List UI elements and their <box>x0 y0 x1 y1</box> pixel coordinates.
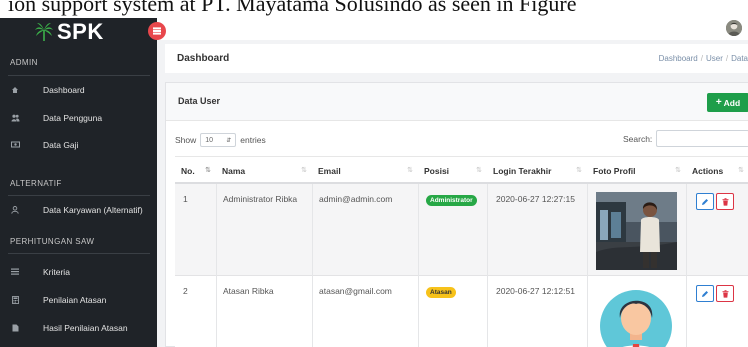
sidebar-section-alternatif: ALTERNATIF <box>10 179 62 188</box>
delete-button[interactable] <box>716 285 734 302</box>
search-label: Search: <box>623 134 653 144</box>
card-title: Data User <box>178 96 221 106</box>
user-icon <box>11 206 19 214</box>
sort-icon: ⇅ <box>738 167 744 174</box>
trash-icon <box>722 289 728 298</box>
breadcrumb: Dashboard / User / Data <box>658 54 748 63</box>
sidebar-item-label: Data Pengguna <box>43 113 103 123</box>
column-divider <box>587 184 588 347</box>
user-avatar[interactable] <box>726 20 742 36</box>
page-header: Dashboard Dashboard / User / Data <box>165 44 748 73</box>
menu-toggle-button[interactable] <box>148 22 166 40</box>
sidebar-item-label: Dashboard <box>43 85 85 95</box>
brand-name: SPK <box>57 19 104 44</box>
sidebar-divider <box>8 195 150 196</box>
money-icon <box>11 141 20 149</box>
sidebar-item-label: Hasil Penilaian Atasan <box>43 323 128 333</box>
breadcrumb-user[interactable]: User <box>706 54 723 63</box>
sidebar-item-label: Kriteria <box>43 267 70 277</box>
show-label: Show <box>175 135 197 145</box>
dashboard-icon <box>11 86 19 94</box>
sidebar-item-penilaian-atasan[interactable]: Penilaian Atasan <box>0 290 157 310</box>
sidebar-item-data-pengguna[interactable]: Data Pengguna <box>0 108 157 128</box>
trash-icon <box>722 197 728 206</box>
column-divider <box>418 184 419 347</box>
sort-icon: ⇅ <box>675 167 681 174</box>
entries-select[interactable]: 10 ⇵ <box>200 133 237 147</box>
posisi-badge: Administrator <box>426 195 477 206</box>
posisi-badge: Atasan <box>426 287 456 298</box>
add-button-label: Add <box>723 97 741 108</box>
hamburger-icon <box>153 30 161 32</box>
entries-value: 10 <box>205 136 214 144</box>
sort-icon: ⇅ <box>301 167 307 174</box>
plus-icon: + <box>715 96 722 108</box>
data-user-card: Data User + Add Show 10 ⇵ entries Search… <box>165 82 748 347</box>
column-header-nama[interactable]: Nama ⇅ <box>216 156 312 184</box>
column-divider <box>686 184 687 347</box>
pencil-icon <box>702 290 708 297</box>
column-divider <box>487 184 488 347</box>
cell-email: atasan@gmail.com <box>319 286 392 296</box>
card-header: Data User + Add <box>166 83 748 121</box>
delete-button[interactable] <box>716 193 734 210</box>
column-header-login-terakhir[interactable]: Login Terakhir ⇅ <box>487 156 587 184</box>
column-divider <box>312 184 313 347</box>
sidebar-item-dashboard[interactable]: Dashboard <box>0 80 157 100</box>
cell-no: 2 <box>183 286 188 296</box>
sidebar-section-admin: ADMIN <box>10 58 38 67</box>
edit-button[interactable] <box>696 193 714 210</box>
palm-tree-icon <box>35 23 53 41</box>
breadcrumb-dashboard[interactable]: Dashboard <box>659 54 698 63</box>
sidebar-item-kriteria[interactable]: Kriteria <box>0 262 157 282</box>
sidebar-section-perhitungan-saw: PERHITUNGAN SAW <box>10 237 95 246</box>
sort-icon: ⇅ <box>476 167 482 174</box>
sidebar-divider <box>8 253 150 254</box>
entries-label: entries <box>240 135 266 145</box>
page-title: Dashboard <box>177 53 230 64</box>
sort-icon: ⇅ <box>576 167 582 174</box>
sidebar-item-label: Penilaian Atasan <box>43 295 107 305</box>
cell-login-terakhir: 2020-06-27 12:12:51 <box>496 286 575 296</box>
column-divider <box>216 184 217 347</box>
column-header-foto-profil[interactable]: Foto Profil ⇅ <box>587 156 686 184</box>
sort-icon: ⇅ <box>205 167 211 174</box>
cell-email: admin@admin.com <box>319 194 393 204</box>
caption-text: ion support system at PT. Mayatama Solus… <box>8 0 577 16</box>
cell-no: 1 <box>183 194 188 204</box>
table-row: 1 Administrator Ribka admin@admin.com Ad… <box>175 184 748 276</box>
file-icon <box>11 324 19 332</box>
entries-control: Show 10 ⇵ entries <box>175 133 266 147</box>
brand-logo[interactable]: SPK <box>34 19 104 44</box>
sidebar-item-label: Data Gaji <box>43 140 79 150</box>
search-input[interactable] <box>656 130 748 147</box>
select-arrows-icon: ⇵ <box>226 137 232 144</box>
sidebar-item-data-gaji[interactable]: Data Gaji <box>0 135 157 155</box>
add-user-button[interactable]: + Add <box>707 93 748 112</box>
edit-button[interactable] <box>696 285 714 302</box>
pencil-icon <box>702 198 708 205</box>
list-icon <box>11 268 19 276</box>
sidebar-item-data-karyawan[interactable]: Data Karyawan (Alternatif) <box>0 200 157 220</box>
cell-login-terakhir: 2020-06-27 12:27:15 <box>496 194 575 204</box>
column-header-no[interactable]: No. ⇅ <box>175 156 216 184</box>
cell-nama: Administrator Ribka <box>223 194 298 204</box>
sidebar-item-hasil-penilaian-atasan[interactable]: Hasil Penilaian Atasan <box>0 318 157 338</box>
cell-nama: Atasan Ribka <box>223 286 274 296</box>
breadcrumb-data: Data <box>731 54 748 63</box>
document-caption: ion support system at PT. Mayatama Solus… <box>0 0 748 18</box>
calculator-icon <box>11 296 19 304</box>
column-header-email[interactable]: Email ⇅ <box>312 156 418 184</box>
profile-photo[interactable] <box>596 284 677 347</box>
sort-icon: ⇅ <box>407 167 413 174</box>
profile-photo[interactable] <box>596 192 677 270</box>
sidebar-divider <box>8 75 150 76</box>
users-icon <box>11 114 20 122</box>
table-row: 2 Atasan Ribka atasan@gmail.com Atasan 2… <box>175 276 748 347</box>
column-header-posisi[interactable]: Posisi ⇅ <box>418 156 487 184</box>
column-header-actions[interactable]: Actions ⇅ <box>686 156 748 184</box>
sidebar: SPK ADMIN Dashboard Data Pengguna Data G… <box>0 18 157 347</box>
sidebar-item-label: Data Karyawan (Alternatif) <box>43 205 143 215</box>
